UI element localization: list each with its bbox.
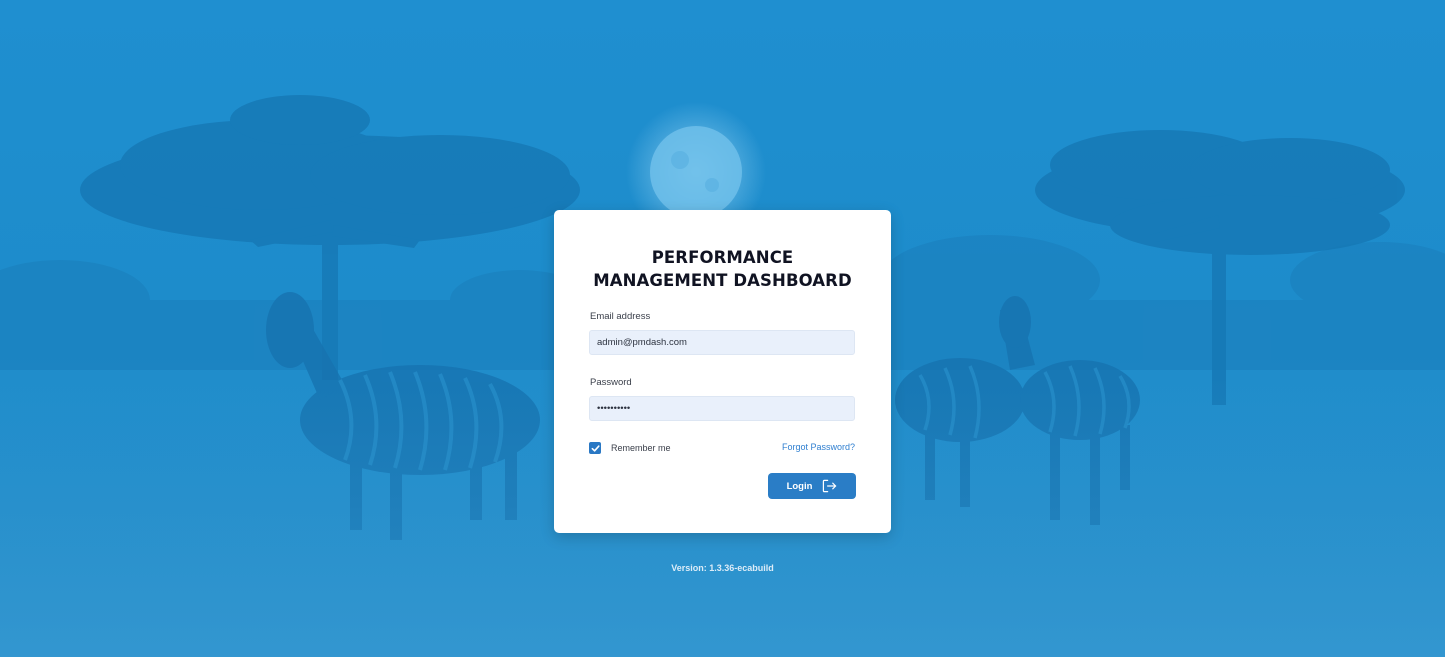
- title-line-2: MANAGEMENT DASHBOARD: [593, 271, 852, 290]
- login-card: PERFORMANCE MANAGEMENT DASHBOARD Email a…: [554, 210, 891, 533]
- page-title: PERFORMANCE MANAGEMENT DASHBOARD: [554, 246, 891, 292]
- login-button[interactable]: Login: [768, 473, 856, 499]
- forgot-password-link[interactable]: Forgot Password?: [782, 442, 855, 452]
- password-field[interactable]: [589, 396, 855, 421]
- sign-in-icon: [822, 479, 837, 493]
- checkmark-icon: [591, 444, 600, 452]
- email-label: Email address: [590, 311, 651, 322]
- version-text: Version: 1.3.36-ecabuild: [671, 563, 774, 573]
- login-button-label: Login: [786, 480, 813, 492]
- remember-me-checkbox[interactable]: [589, 442, 601, 454]
- remember-me-label[interactable]: Remember me: [611, 443, 671, 453]
- email-field[interactable]: [589, 330, 855, 355]
- remember-me-row[interactable]: Remember me: [589, 441, 671, 455]
- title-line-1: PERFORMANCE: [651, 248, 794, 267]
- password-label: Password: [590, 377, 632, 388]
